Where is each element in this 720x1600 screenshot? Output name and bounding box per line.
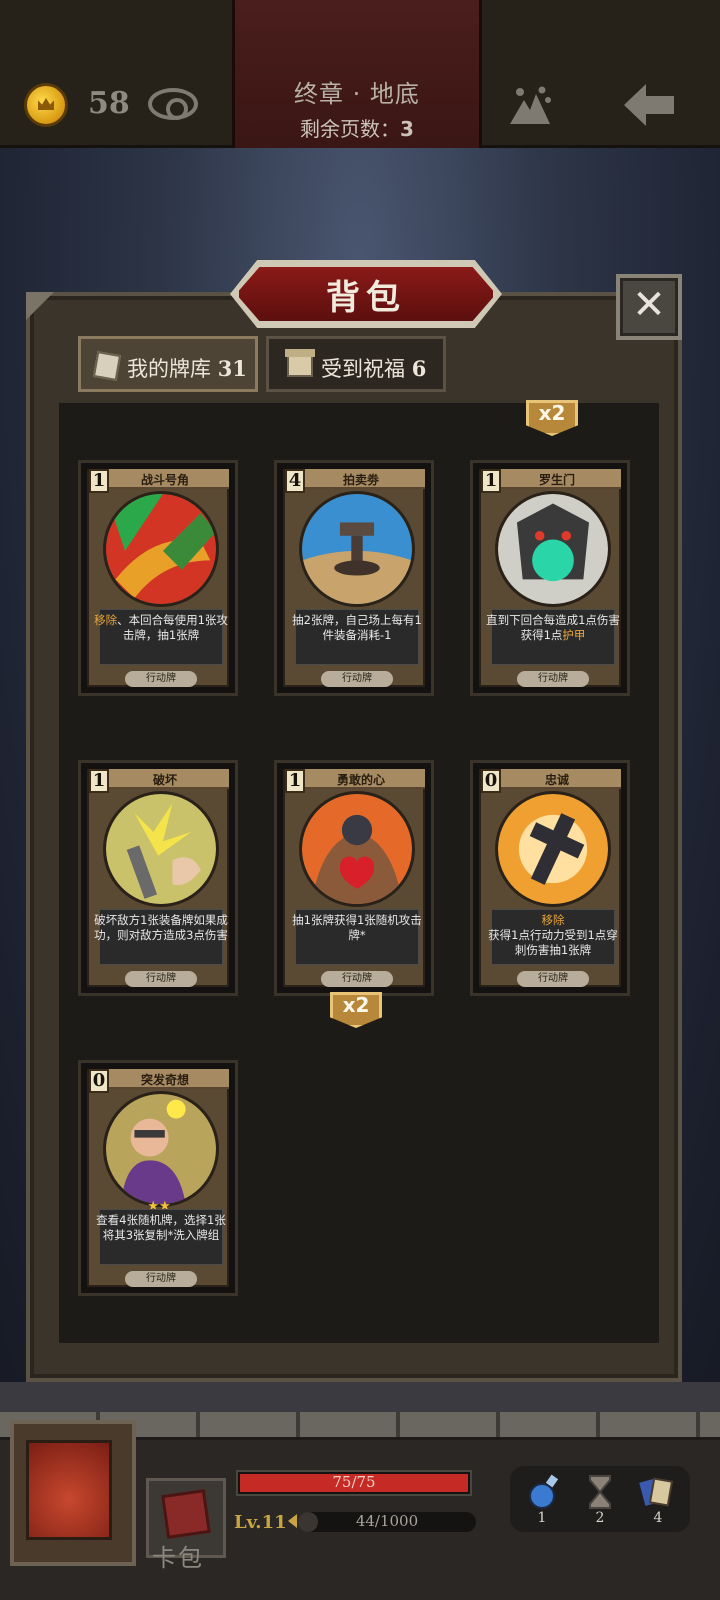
coin-count: 58 — [88, 86, 130, 121]
card-type: 行动牌 — [517, 671, 589, 687]
card-cost: 1 — [481, 469, 501, 493]
card-sabotage[interactable]: 破坏 1 破坏敌方1张装备牌如果成功，则对敌方造成3点伤害 行动牌 — [78, 760, 238, 996]
card-desc-keyword: 移除 — [94, 613, 118, 627]
multiplier-text: x2 — [342, 993, 370, 1017]
hourglass-icon[interactable] — [582, 1474, 618, 1510]
gift-icon — [285, 349, 315, 377]
potion-count: 1 — [537, 1510, 547, 1526]
card-desc-keyword: 移除 — [541, 913, 565, 927]
close-icon: ✕ — [632, 282, 666, 328]
level-text: Lv.11 — [234, 1512, 287, 1533]
gavel-art-icon — [299, 491, 415, 607]
tab-blessings-text: 受到祝福 — [321, 357, 405, 381]
card-auction-ticket[interactable]: 拍卖劵 4 抽2张牌，自己场上每有1件装备消耗-1 行动牌 — [274, 460, 434, 696]
card-cost: 1 — [285, 769, 305, 793]
paw-map-icon[interactable] — [506, 86, 554, 126]
card-desc: 移除 获得1点行动力受到1点穿刺伤害抽1张牌 — [485, 913, 621, 958]
cards-icon[interactable] — [638, 1474, 674, 1510]
cross-art-icon — [495, 791, 611, 907]
hourglass-count: 2 — [595, 1510, 605, 1526]
card-name: 拍卖劵 — [342, 473, 379, 487]
multiplier-text: x2 — [538, 401, 566, 425]
back-arrow-icon[interactable] — [622, 82, 676, 128]
card-name: 罗生门 — [538, 473, 575, 487]
tab-my-deck-label: 我的牌库 31 — [127, 353, 247, 383]
hooded-warrior-heart-art-icon — [299, 791, 415, 907]
card-rashomon[interactable]: 罗生门 1 直到下回合每造成1点伤害获得1点护甲 行动牌 — [470, 460, 630, 696]
potion-icon[interactable] — [526, 1474, 562, 1510]
hp-text: 75/75 — [332, 1473, 376, 1491]
pages-left-label: 剩余页数： — [300, 117, 401, 141]
card-type: 行动牌 — [125, 671, 197, 687]
tab-blessings[interactable]: 受到祝福 6 — [266, 336, 446, 392]
card-desc: 直到下回合每造成1点伤害获得1点护甲 — [485, 613, 621, 643]
card-desc-keyword: 护甲 — [562, 628, 586, 642]
tab-my-deck[interactable]: 我的牌库 31 — [78, 336, 258, 392]
xp-text: 44/1000 — [355, 1512, 419, 1530]
panel-title: 背包 — [326, 278, 406, 318]
card-war-horn[interactable]: 战斗号角 1 移除、本回合每使用1张攻击牌，抽1张牌 行动牌 — [78, 460, 238, 696]
card-desc-text: 获得1点行动力受到1点穿刺伤害抽1张牌 — [488, 928, 618, 957]
xp-arrow-icon — [288, 1514, 297, 1528]
card-loyalty[interactable]: 忠诚 0 移除 获得1点行动力受到1点穿刺伤害抽1张牌 行动牌 — [470, 760, 630, 996]
gate-demon-art-icon — [495, 491, 611, 607]
cards-count: 4 — [653, 1510, 663, 1526]
tab-my-deck-count: 31 — [217, 356, 247, 381]
card-cost: 0 — [89, 1069, 109, 1093]
card-name: 破坏 — [152, 773, 177, 787]
card-cost: 4 — [285, 469, 305, 493]
card-desc: 破坏敌方1张装备牌如果成功，则对敌方造成3点伤害 — [94, 913, 228, 942]
card-desc-text: 直到下回合每造成1点伤害获得1点 — [486, 613, 620, 642]
card-desc-text: 、本回合每使用1张攻击牌，抽1张牌 — [117, 613, 228, 642]
chapter-title: 终章 · 地底 — [294, 80, 420, 108]
eye-icon[interactable] — [148, 88, 198, 120]
card-cost: 1 — [89, 469, 109, 493]
card-name: 突发奇想 — [140, 1073, 189, 1087]
card-sudden-idea[interactable]: 突发奇想 0 ★★ 查看4张随机牌，选择1张将其3张复制*洗入牌组 行动牌 — [78, 1060, 238, 1296]
war-horn-art-icon — [103, 491, 219, 607]
card-desc: 移除、本回合每使用1张攻击牌，抽1张牌 — [93, 613, 229, 643]
card-desc: 查看4张随机牌，选择1张将其3张复制*洗入牌组 — [96, 1213, 226, 1242]
tab-blessings-count: 6 — [411, 356, 427, 381]
card-type: 行动牌 — [321, 971, 393, 987]
card-type: 行动牌 — [125, 1271, 197, 1287]
deck-icon — [92, 351, 122, 381]
tab-blessings-label: 受到祝福 6 — [321, 353, 426, 383]
card-cost: 0 — [481, 769, 501, 793]
card-name: 勇敢的心 — [336, 773, 385, 787]
card-bag-label: 卡包 — [152, 1544, 204, 1572]
card-type: 行动牌 — [517, 971, 589, 987]
card-name: 忠诚 — [544, 773, 569, 787]
pages-left: 剩余页数：3 — [232, 113, 482, 142]
card-name: 战斗号角 — [140, 473, 189, 487]
pages-left-value: 3 — [400, 117, 414, 141]
card-cost: 1 — [89, 769, 109, 793]
card-bag-icon — [161, 1489, 211, 1539]
card-type: 行动牌 — [321, 671, 393, 687]
card-desc: 抽2张牌，自己场上每有1件装备消耗-1 — [292, 613, 422, 642]
inventor-art-icon — [103, 1091, 219, 1207]
broken-wrench-art-icon — [103, 791, 219, 907]
close-button[interactable]: ✕ — [616, 274, 682, 340]
card-desc: 抽1张牌获得1张随机攻击牌* — [292, 913, 422, 942]
panel-corner — [26, 292, 54, 320]
card-brave-heart[interactable]: 勇敢的心 1 抽1张牌获得1张随机攻击牌* 行动牌 — [274, 760, 434, 996]
tab-my-deck-text: 我的牌库 — [127, 357, 211, 381]
hero-avatar — [26, 1440, 112, 1540]
card-type: 行动牌 — [125, 971, 197, 987]
crown-coin-icon — [24, 83, 68, 127]
